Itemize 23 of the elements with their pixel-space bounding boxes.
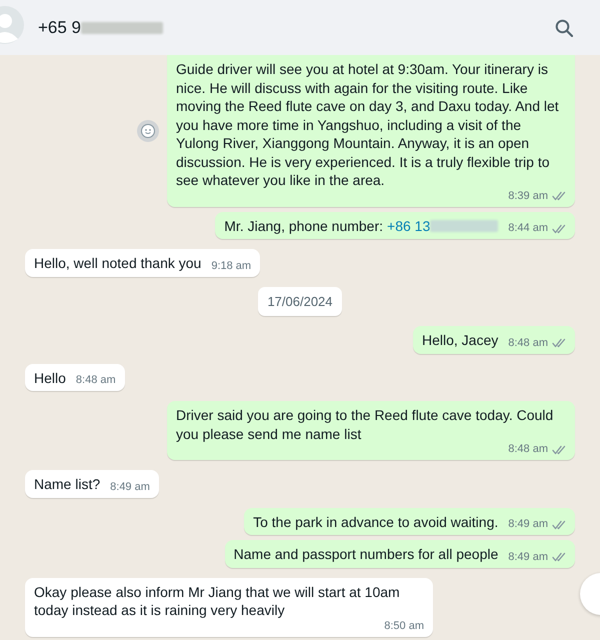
message-text: Hello, Jacey (422, 331, 498, 350)
message-text: Name list? (34, 475, 100, 494)
message-time: 8:49 am (508, 550, 548, 564)
contact-name: +65 9 (38, 16, 82, 39)
message-text: Guide driver will see you at hotel at 9:30am. Your itinerary is nice. He will discuss with again for the visiting route. Like moving the Reed flute cave on day 3, and Daxu today. And let you have more time in Yangshuo, including a visit of the Yulong River, Xianggong Mountain. Anyway, it is an open discussion. He is very experienced. It is a truly flexible trip to see whatever you like in the area. (176, 60, 560, 190)
message-text: Okay please also inform Mr Jiang that we will start at 10am today instead as it is raining very heavily (34, 582, 401, 620)
message-time: 8:48 am (508, 336, 548, 350)
message-time: 8:44 am (508, 222, 548, 235)
date-label: 17/06/2024 (258, 286, 342, 316)
message-time: 9:18 am (211, 260, 252, 272)
message-time: 8:48 am (508, 443, 548, 456)
message-time: 8:49 am (508, 518, 548, 531)
message-time: 8:50 am (384, 620, 424, 632)
message-time: 8:49 am (110, 480, 150, 494)
message-text: Driver said you are going to the Reed flute cave today. Could you please send me name list (176, 406, 554, 443)
message-text: Name and passport numbers for all people (234, 545, 498, 564)
message-text: Hello, well noted thank you (34, 254, 202, 272)
message-text: To the park in advance to avoid waiting. (253, 512, 498, 531)
message-text: Hello (34, 368, 66, 387)
message-time: 8:39 am (508, 190, 548, 202)
message-text: Mr. Jiang, phone number: (224, 216, 384, 235)
phone-link[interactable]: +86 13 (387, 216, 430, 235)
message-time: 8:48 am (76, 374, 116, 387)
